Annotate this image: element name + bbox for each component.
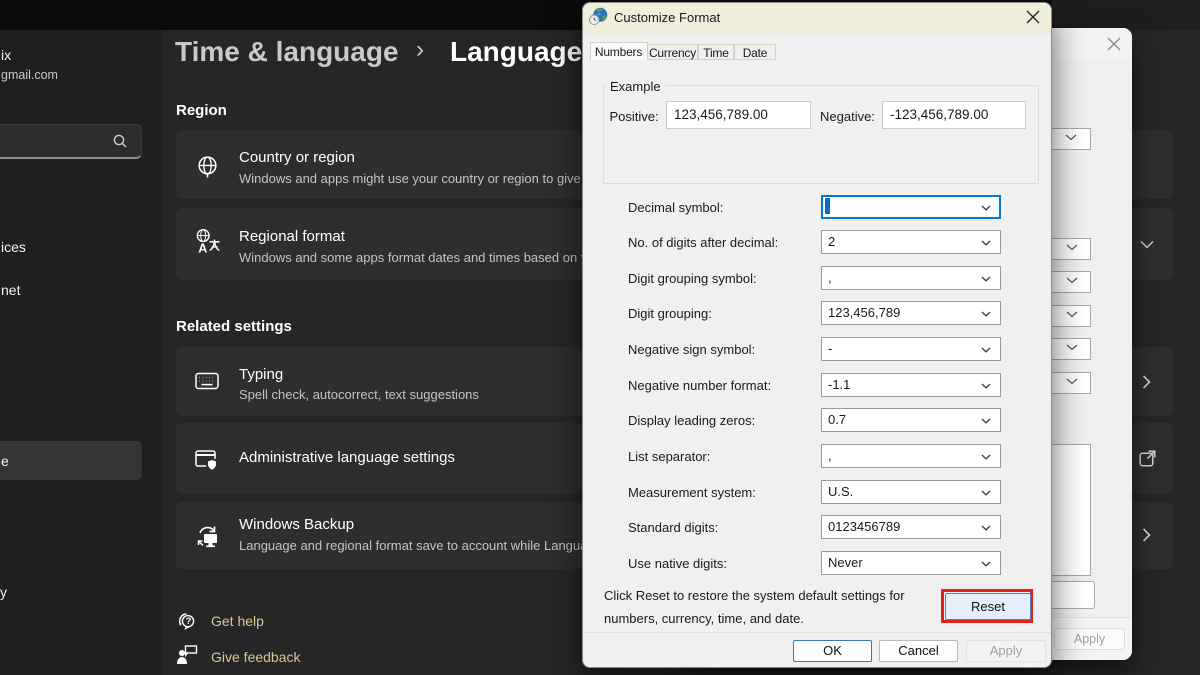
svg-text:A: A [198, 242, 207, 256]
